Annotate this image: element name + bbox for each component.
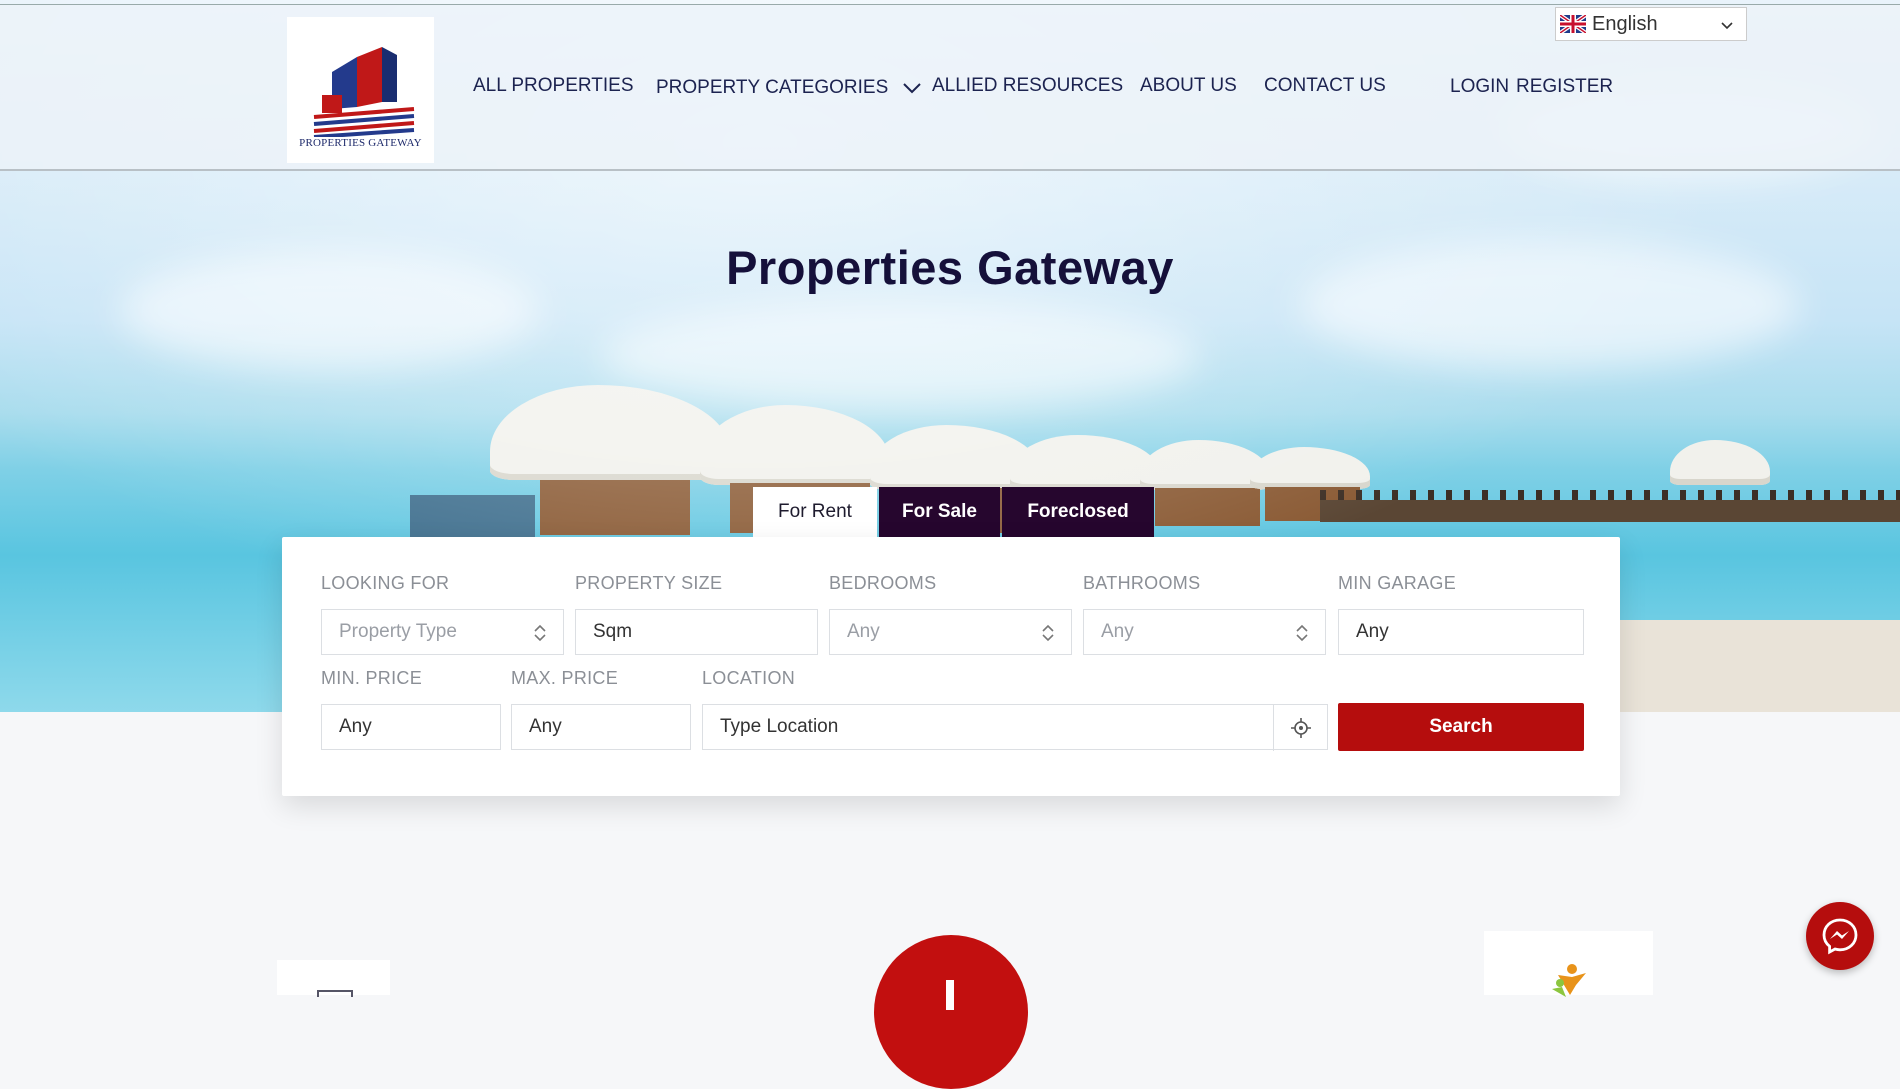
search-button[interactable]: Search [1338,703,1584,751]
min-price-input[interactable]: Any [321,704,501,750]
nav-allied-resources[interactable]: ALLIED RESOURCES [932,75,1123,97]
hero-title: Properties Gateway [726,241,1174,294]
bathrooms-value: Any [1101,621,1134,642]
language-selector[interactable]: English [1555,7,1747,41]
property-search-panel: LOOKING FOR PROPERTY SIZE BEDROOMS BATHR… [282,537,1620,796]
nav-about-us[interactable]: ABOUT US [1140,75,1237,97]
feature-icon [317,990,353,997]
max-price-label: MAX. PRICE [511,668,619,688]
max-price-input[interactable]: Any [511,704,691,750]
bedrooms-label: BEDROOMS [829,573,937,593]
messenger-icon [1822,918,1858,955]
bathrooms-select[interactable]: Any [1083,609,1326,655]
tab-foreclosed[interactable]: Foreclosed [1002,487,1154,537]
site-logo[interactable]: PROPERTIES GATEWAY [287,17,434,163]
tab-for-rent[interactable]: For Rent [753,487,877,537]
min-garage-label: MIN GARAGE [1338,573,1457,593]
nav-register[interactable]: REGISTER [1516,76,1613,98]
location-input[interactable]: Type Location [702,704,1328,751]
chevron-down-icon [902,83,921,94]
feature-card-1 [277,960,390,997]
people-logo-icon [1552,964,1586,997]
messenger-chat-button[interactable] [1806,902,1874,970]
min-garage-input[interactable]: Any [1338,609,1584,655]
up-down-icon [534,624,546,642]
language-selected: English [1592,12,1658,35]
feature-card-3 [1484,931,1653,997]
bathrooms-label: BATHROOMS [1083,573,1201,593]
min-price-value: Any [339,716,372,737]
uk-flag-icon [1560,15,1586,33]
nav-contact-us[interactable]: CONTACT US [1264,75,1386,97]
tab-for-sale[interactable]: For Sale [879,487,1000,537]
nav-login[interactable]: LOGIN [1450,76,1509,98]
bedrooms-select[interactable]: Any [829,609,1072,655]
looking-for-label: LOOKING FOR [321,573,450,593]
nav-all-properties[interactable]: ALL PROPERTIES [473,75,634,97]
min-price-label: MIN. PRICE [321,668,423,688]
feature-circle-badge [874,935,1028,1089]
max-price-value: Any [529,716,562,737]
up-down-icon [1042,624,1054,642]
property-size-input[interactable]: Sqm [575,609,818,655]
bedrooms-value: Any [847,621,880,642]
chevron-down-icon [1721,22,1733,30]
min-garage-value: Any [1356,621,1389,642]
location-placeholder: Type Location [720,716,839,737]
logo-text: PROPERTIES GATEWAY [299,137,422,149]
nav-property-categories-label: PROPERTY CATEGORIES [656,77,889,98]
location-label: LOCATION [702,668,796,688]
property-type-select[interactable]: Property Type [321,609,564,655]
property-size-label: PROPERTY SIZE [575,573,723,593]
property-size-value: Sqm [593,621,633,642]
locate-me-button[interactable] [1273,705,1327,751]
property-type-value: Property Type [339,621,457,642]
top-navigation-bar: PROPERTIES GATEWAY ALL PROPERTIES PROPER… [0,4,1900,171]
building-logo-icon [313,47,414,137]
up-down-icon [1296,624,1308,642]
crosshair-icon [1290,718,1311,738]
nav-property-categories[interactable]: PROPERTY CATEGORIES [656,77,922,99]
